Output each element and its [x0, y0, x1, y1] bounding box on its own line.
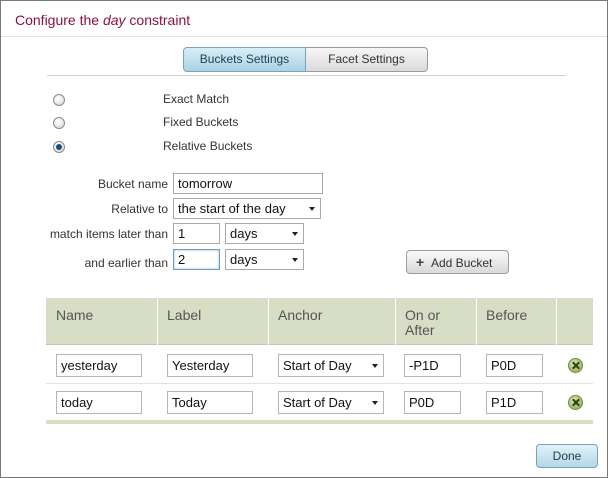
row-on-or-after-input[interactable]: P0D [404, 391, 461, 414]
dialog-title: Configure the day constraint [15, 12, 191, 28]
later-than-label: match items later than [49, 227, 168, 241]
dialog-titlebar: Configure the day constraint [1, 1, 607, 37]
relative-to-select[interactable]: the start of the day [173, 198, 321, 219]
chevron-down-icon [372, 401, 378, 405]
earlier-unit-value: days [230, 252, 258, 267]
row-name-input[interactable]: yesterday [56, 354, 142, 377]
bucket-name-input[interactable]: tomorrow [173, 173, 323, 194]
column-divider [157, 298, 158, 345]
radio-fixed-buckets[interactable] [53, 117, 65, 129]
column-header-anchor: Anchor [278, 307, 323, 323]
row-anchor-select[interactable]: Start of Day [278, 354, 384, 377]
bucket-name-label: Bucket name [97, 177, 168, 191]
delete-icon[interactable] [568, 358, 583, 373]
chevron-down-icon [292, 232, 298, 236]
row-anchor-select[interactable]: Start of Day [278, 391, 384, 414]
radio-relative-buckets[interactable] [53, 141, 65, 153]
column-header-label: Label [167, 307, 202, 323]
column-divider [476, 298, 477, 345]
radio-exact-match[interactable] [53, 94, 65, 106]
later-unit-select[interactable]: days [225, 223, 304, 244]
column-header-on-or-after: On or After [405, 307, 441, 338]
done-button[interactable]: Done [536, 444, 598, 468]
later-unit-value: days [230, 226, 258, 241]
tab-buckets-settings[interactable]: Buckets Settings [183, 47, 306, 72]
row-before-input[interactable]: P0D [486, 354, 543, 377]
table-row: yesterday Yesterday Start of Day -P1D P0… [46, 347, 593, 384]
earlier-unit-select[interactable]: days [225, 249, 304, 270]
table-footer-bar [46, 420, 593, 424]
relative-to-label: Relative to [111, 202, 168, 216]
row-label-input[interactable]: Yesterday [167, 354, 253, 377]
chevron-down-icon [309, 207, 315, 211]
divider [47, 75, 566, 76]
row-anchor-value: Start of Day [283, 358, 352, 373]
earlier-than-label: and earlier than [84, 256, 168, 270]
row-before-input[interactable]: P1D [486, 391, 543, 414]
radio-label: Relative Buckets [163, 139, 253, 153]
configure-dialog: Configure the day constraint Buckets Set… [0, 0, 608, 478]
add-bucket-button[interactable]: + Add Bucket [406, 250, 509, 274]
table-row: today Today Start of Day P0D P1D [46, 384, 593, 421]
column-header-before: Before [486, 307, 528, 323]
chevron-down-icon [292, 258, 298, 262]
radio-label: Fixed Buckets [163, 115, 239, 129]
tab-facet-settings[interactable]: Facet Settings [306, 47, 428, 72]
column-divider [395, 298, 396, 345]
chevron-down-icon [372, 364, 378, 368]
relative-to-value: the start of the day [178, 201, 286, 216]
delete-icon[interactable] [568, 395, 583, 410]
column-divider [556, 298, 557, 345]
earlier-than-input[interactable]: 2 [173, 249, 220, 270]
plus-icon: + [416, 254, 425, 270]
radio-label: Exact Match [163, 92, 230, 106]
add-bucket-label: Add Bucket [431, 256, 493, 270]
column-divider [268, 298, 269, 345]
row-anchor-value: Start of Day [283, 395, 352, 410]
column-header-name: Name [56, 307, 94, 323]
buckets-table-header: Name Label Anchor On or After Before [46, 298, 593, 345]
later-than-input[interactable]: 1 [173, 223, 220, 244]
settings-tabs: Buckets Settings Facet Settings [183, 47, 428, 72]
row-label-input[interactable]: Today [167, 391, 253, 414]
row-on-or-after-input[interactable]: -P1D [404, 354, 461, 377]
row-name-input[interactable]: today [56, 391, 142, 414]
